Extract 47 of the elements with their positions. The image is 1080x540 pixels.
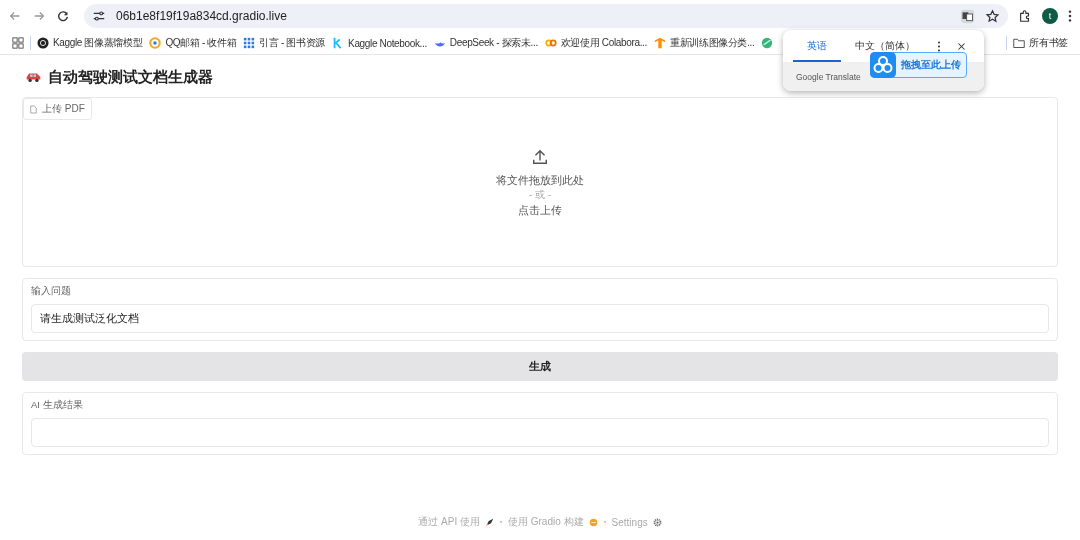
drop-text: 将文件拖放到此处 bbox=[496, 173, 584, 188]
profile-avatar[interactable]: t bbox=[1042, 8, 1058, 24]
bookmark[interactable]: Kaggle 图像蒸馏模型 bbox=[37, 36, 143, 50]
bookmark[interactable]: DeepSeek - 探索未... bbox=[433, 36, 538, 50]
question-input[interactable]: 请生成测试泛化文档 bbox=[31, 304, 1049, 333]
click-upload-text: 点击上传 bbox=[518, 203, 562, 218]
reload-icon[interactable] bbox=[56, 9, 70, 23]
back-icon[interactable] bbox=[8, 9, 22, 23]
gear-icon bbox=[652, 517, 662, 527]
bookmark-folder[interactable]: 所有书签 bbox=[1013, 36, 1068, 50]
brand-text: Google Translate bbox=[796, 71, 861, 82]
apps-icon[interactable] bbox=[12, 37, 24, 49]
bookmark[interactable]: QQ邮箱 - 收件箱 bbox=[149, 36, 237, 50]
upload-icon bbox=[531, 148, 549, 166]
bookmark[interactable]: Kaggle Notebook... bbox=[332, 36, 427, 50]
menu-icon[interactable] bbox=[1068, 9, 1072, 23]
more-options-icon[interactable] bbox=[937, 40, 941, 52]
forward-icon[interactable] bbox=[32, 9, 46, 23]
file-icon bbox=[30, 104, 37, 114]
file-upload-area[interactable]: 上传 PDF 将文件拖放到此处 - 或 - 点击上传 bbox=[22, 97, 1058, 267]
site-settings-icon[interactable] bbox=[92, 9, 106, 23]
globe-icon bbox=[761, 37, 774, 49]
bookmark[interactable]: 重新训练图像分类... bbox=[653, 36, 755, 50]
car-icon bbox=[25, 71, 42, 83]
app-title: 自动驾驶测试文档生成器 bbox=[48, 67, 213, 87]
address-bar[interactable]: 06b1e8f19f19a834cd.gradio.live bbox=[84, 4, 1008, 28]
grid-icon bbox=[243, 37, 256, 49]
translate-icon[interactable] bbox=[960, 8, 975, 24]
t-logo-icon bbox=[653, 37, 666, 49]
generate-button[interactable]: 生成 bbox=[22, 352, 1058, 381]
rings-logo-icon bbox=[544, 37, 557, 49]
bookmark[interactable]: 引言 - 图书资源 bbox=[243, 36, 326, 50]
bookmark-star-icon[interactable] bbox=[985, 8, 1000, 24]
field-label: 输入问题 bbox=[31, 285, 72, 298]
cloud-icon bbox=[870, 51, 896, 78]
extensions-icon[interactable] bbox=[1018, 9, 1032, 23]
bookmark[interactable] bbox=[761, 36, 774, 50]
ring-logo-icon bbox=[149, 37, 162, 49]
upload-label: 上传 PDF bbox=[23, 98, 92, 120]
folder-icon bbox=[1013, 37, 1026, 49]
upload-tooltip[interactable]: 拖拽至此上传 bbox=[870, 52, 967, 78]
bookmark[interactable]: 欢迎使用 Colabora... bbox=[544, 36, 647, 50]
field-label: AI 生成结果 bbox=[31, 399, 84, 412]
url-text: 06b1e8f19f19a834cd.gradio.live bbox=[116, 9, 287, 23]
circle-logo-icon bbox=[37, 37, 49, 49]
or-text: - 或 - bbox=[528, 188, 552, 202]
close-icon[interactable] bbox=[957, 41, 966, 51]
